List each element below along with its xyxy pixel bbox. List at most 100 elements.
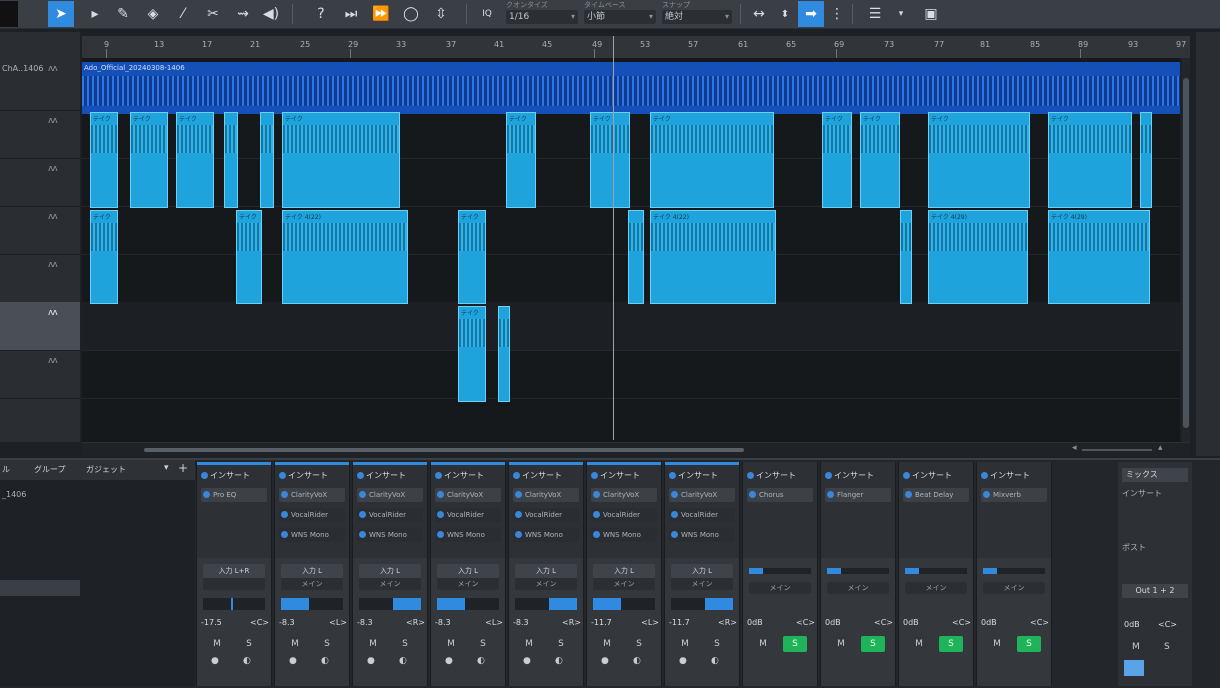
track-lane[interactable] [82,350,1180,399]
pan-value[interactable]: <L> [641,618,659,630]
mute-button[interactable]: M [361,636,385,652]
track-header[interactable]: ChA..1406 ʌʌ [0,58,80,111]
insert-slot[interactable]: ClarityVoX [513,488,579,502]
pan-slider[interactable] [515,598,577,610]
pan-value[interactable]: <L> [485,618,503,630]
follow-icon[interactable]: ➡ [798,1,824,27]
volume-value[interactable]: -11.7 [591,618,612,630]
monitor-icon[interactable]: ◐ [633,656,641,666]
output-select[interactable]: メイン [437,578,499,590]
audio-clip[interactable]: テイク [130,112,168,208]
send-slider[interactable] [983,568,1045,574]
gadget-tab[interactable]: ガジェット [86,464,126,475]
help-icon[interactable]: ? [308,1,334,27]
insert-slot[interactable]: VocalRider [357,508,423,522]
power-icon[interactable] [591,472,598,479]
output-select[interactable]: メイン [671,578,733,590]
power-icon[interactable] [515,531,522,538]
power-icon[interactable] [515,511,522,518]
track-header-selected[interactable]: ʌʌ [0,302,80,351]
zoom-slider[interactable] [1082,449,1152,451]
send-slider[interactable] [905,568,967,574]
insert-slot[interactable]: Beat Delay [903,488,969,502]
menu-tab[interactable] [0,1,18,27]
zoom-out-icon[interactable]: ◂ [1072,443,1077,453]
output-select[interactable]: メイン [593,578,655,590]
insert-slot[interactable]: ClarityVoX [357,488,423,502]
track-lane[interactable] [82,302,1180,351]
solo-button[interactable]: S [237,636,261,652]
input-select[interactable]: 入力 L [593,564,655,578]
audio-clip[interactable]: テイク 4(29) [928,210,1028,304]
track-header[interactable]: ʌʌ [0,158,80,207]
power-icon[interactable] [281,511,288,518]
channel-select-bar[interactable] [197,462,271,465]
mute-button[interactable]: M [673,636,697,652]
power-icon[interactable] [515,491,522,498]
track-header[interactable]: ʌʌ [0,254,80,303]
paint-tool-icon[interactable]: ⁄ [170,1,196,27]
main-insert-label[interactable]: インサート [1122,488,1162,499]
timebase-select[interactable]: タイムベース 小節 [584,1,656,26]
power-icon[interactable] [437,511,444,518]
pan-value[interactable]: <C> [874,618,893,630]
audio-clip[interactable]: テイク [928,112,1030,208]
channel-select-bar[interactable] [509,462,583,465]
mute-button[interactable]: M [985,636,1009,652]
skip-icon[interactable]: ⏩ [368,1,394,27]
audio-clip[interactable]: テイク [822,112,852,208]
insert-header[interactable]: インサート [357,470,406,481]
insert-header[interactable]: インサート [903,470,952,481]
volume-value[interactable]: -8.3 [279,618,295,630]
channel-select-bar[interactable] [353,462,427,465]
volume-value[interactable]: 0dB [903,618,919,630]
power-icon[interactable] [593,511,600,518]
record-icon[interactable]: ● [445,656,453,666]
insert-header[interactable]: インサート [825,470,874,481]
power-icon[interactable] [903,472,910,479]
power-icon[interactable] [437,491,444,498]
power-icon[interactable] [513,472,520,479]
zoom-in-icon[interactable]: ▴ [1158,443,1163,453]
solo-button[interactable]: S [705,636,729,652]
record-icon[interactable]: ● [601,656,609,666]
master-clip[interactable]: Ado_Official_20240308-1406 [82,62,1180,114]
input-select[interactable]: 入力 L [359,564,421,578]
power-icon[interactable] [981,472,988,479]
insert-slot[interactable]: Flanger [825,488,891,502]
stepper-icon[interactable]: ⬍ [772,1,798,27]
arrange-view[interactable]: Ado_Official_20240308-1406 テイク テイク テイク テ… [82,58,1180,442]
input-select[interactable]: 入力 L [281,564,343,578]
output-select[interactable]: メイン [905,582,967,594]
power-icon[interactable] [671,491,678,498]
volume-value[interactable]: -11.7 [669,618,690,630]
insert-slot[interactable]: Mixverb [981,488,1047,502]
audio-clip[interactable]: テイク [506,112,536,208]
input-select[interactable]: 入力 L [437,564,499,578]
more-icon[interactable]: ⋮ [824,1,850,27]
audio-clip[interactable]: テイク 4(22) [650,210,776,304]
volume-value[interactable]: -8.3 [435,618,451,630]
power-icon[interactable] [281,491,288,498]
pan-value[interactable]: <L> [329,618,347,630]
horizontal-scrollbar[interactable]: ◂ ▴ [82,442,1190,457]
insert-header[interactable]: インサート [435,470,484,481]
mute-button[interactable]: M [439,636,463,652]
arrow-tool-icon[interactable]: ➤ [48,1,74,27]
audio-clip[interactable] [1140,112,1152,208]
channel-select-bar[interactable] [665,462,739,465]
volume-value[interactable]: 0dB [747,618,763,630]
power-icon[interactable] [593,531,600,538]
mute-button[interactable]: M [907,636,931,652]
solo-button[interactable]: S [393,636,417,652]
audio-clip[interactable]: テイク [650,112,774,208]
power-icon[interactable] [279,472,286,479]
power-icon[interactable] [825,472,832,479]
audio-clip[interactable]: テイク [458,306,486,402]
solo-button[interactable]: S [315,636,339,652]
snap-select[interactable]: スナップ 絶対 [662,1,732,26]
output-select[interactable]: メイン [983,582,1045,594]
audio-clip[interactable]: テイク [282,112,400,208]
track-header[interactable]: ʌʌ [0,110,80,159]
power-icon[interactable] [437,531,444,538]
